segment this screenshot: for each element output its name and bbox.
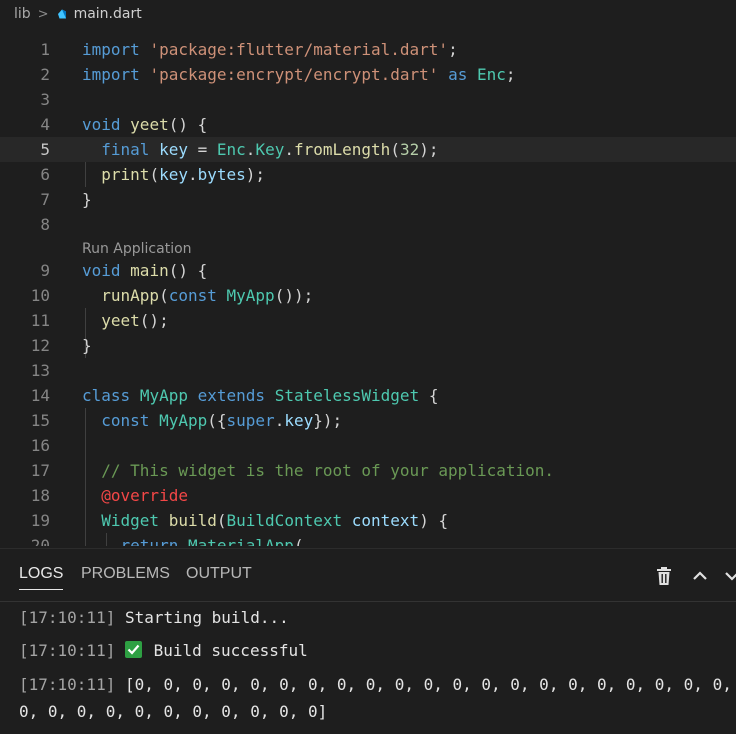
breadcrumb-separator: > [37, 6, 49, 22]
line-number: 14 [30, 386, 50, 405]
code-editor[interactable]: 1 import 'package:flutter/material.dart';… [0, 36, 736, 546]
code-line[interactable]: 7} [0, 187, 736, 212]
panel-tab-bar: LOGS PROBLEMS OUTPUT [0, 549, 736, 602]
code-line[interactable]: 16 [0, 433, 736, 458]
chevron-up-icon[interactable] [690, 566, 710, 586]
breadcrumb-folder[interactable]: lib [14, 6, 31, 22]
log-line: [17:10:11] Build successful [19, 637, 308, 664]
code-line[interactable]: 8 [0, 212, 736, 237]
code-line[interactable]: 17 // This widget is the root of your ap… [0, 458, 736, 483]
breadcrumb-file[interactable]: main.dart [74, 6, 142, 22]
log-timestamp: [17:10:11] [19, 608, 116, 627]
breadcrumb: lib > main.dart [0, 0, 736, 28]
line-number: 20 [30, 536, 50, 546]
code-line[interactable]: 18 @override [0, 483, 736, 508]
code-line[interactable]: 6 print(key.bytes); [0, 162, 736, 187]
code-line[interactable]: 10 runApp(const MyApp()); [0, 283, 736, 308]
line-number: 15 [30, 411, 50, 430]
tab-logs[interactable]: LOGS [19, 565, 64, 590]
code-line[interactable]: 4 void yeet() { [0, 112, 736, 137]
log-message: Starting build... [124, 608, 289, 627]
check-icon [124, 641, 142, 658]
code-line[interactable]: 12} [0, 333, 736, 358]
line-number: 1 [40, 40, 50, 59]
code-line[interactable]: 3 [0, 87, 736, 112]
log-line-continuation: 0, 0, 0, 0, 0, 0, 0, 0, 0, 0, 0] [19, 702, 328, 721]
log-message: Build successful [153, 641, 308, 660]
line-number: 18 [30, 486, 50, 505]
tab-problems[interactable]: PROBLEMS [81, 565, 170, 583]
line-number: 11 [30, 311, 50, 330]
code-line[interactable]: 2 import 'package:encrypt/encrypt.dart' a… [0, 62, 736, 87]
line-number: 2 [40, 65, 50, 84]
code-line[interactable]: 19 Widget build(BuildContext context) { [0, 508, 736, 533]
line-number: 5 [40, 140, 50, 159]
line-number: 17 [30, 461, 50, 480]
log-timestamp: [17:10:11] [19, 675, 116, 694]
code-line[interactable]: 15 const MyApp({super.key}); [0, 408, 736, 433]
line-number: 16 [30, 436, 50, 455]
line-number: 10 [30, 286, 50, 305]
bottom-panel: LOGS PROBLEMS OUTPUT [17:10:11] Starting… [0, 548, 736, 734]
code-line[interactable]: 1 import 'package:flutter/material.dart'; [0, 37, 736, 62]
log-line: [17:10:11] [0, 0, 0, 0, 0, 0, 0, 0, 0, 0… [19, 671, 732, 698]
line-number: 8 [40, 215, 50, 234]
code-line[interactable]: 11 yeet(); [0, 308, 736, 333]
code-line[interactable]: 9 void main() { [0, 258, 736, 283]
line-number: 9 [40, 261, 50, 280]
code-line[interactable]: 13 [0, 358, 736, 383]
line-number: 4 [40, 115, 50, 134]
tab-output[interactable]: OUTPUT [186, 565, 252, 583]
log-line: [17:10:11] Starting build... [19, 604, 289, 631]
line-number: 3 [40, 90, 50, 109]
line-number: 13 [30, 361, 50, 380]
chevron-down-icon[interactable] [722, 566, 736, 586]
line-number: 19 [30, 511, 50, 530]
code-line-current[interactable]: 5 final key = Enc.Key.fromLength(32); [0, 137, 736, 162]
code-line[interactable]: 20 return MaterialApp( [0, 533, 736, 546]
trash-icon[interactable] [654, 566, 674, 586]
line-number: 12 [30, 336, 50, 355]
line-number: 7 [40, 190, 50, 209]
log-timestamp: [17:10:11] [19, 641, 116, 660]
line-number: 6 [40, 165, 50, 184]
log-message: [0, 0, 0, 0, 0, 0, 0, 0, 0, 0, 0, 0, 0, … [124, 675, 732, 694]
dart-file-icon [56, 8, 68, 20]
code-line[interactable]: 14 class MyApp extends StatelessWidget { [0, 383, 736, 408]
